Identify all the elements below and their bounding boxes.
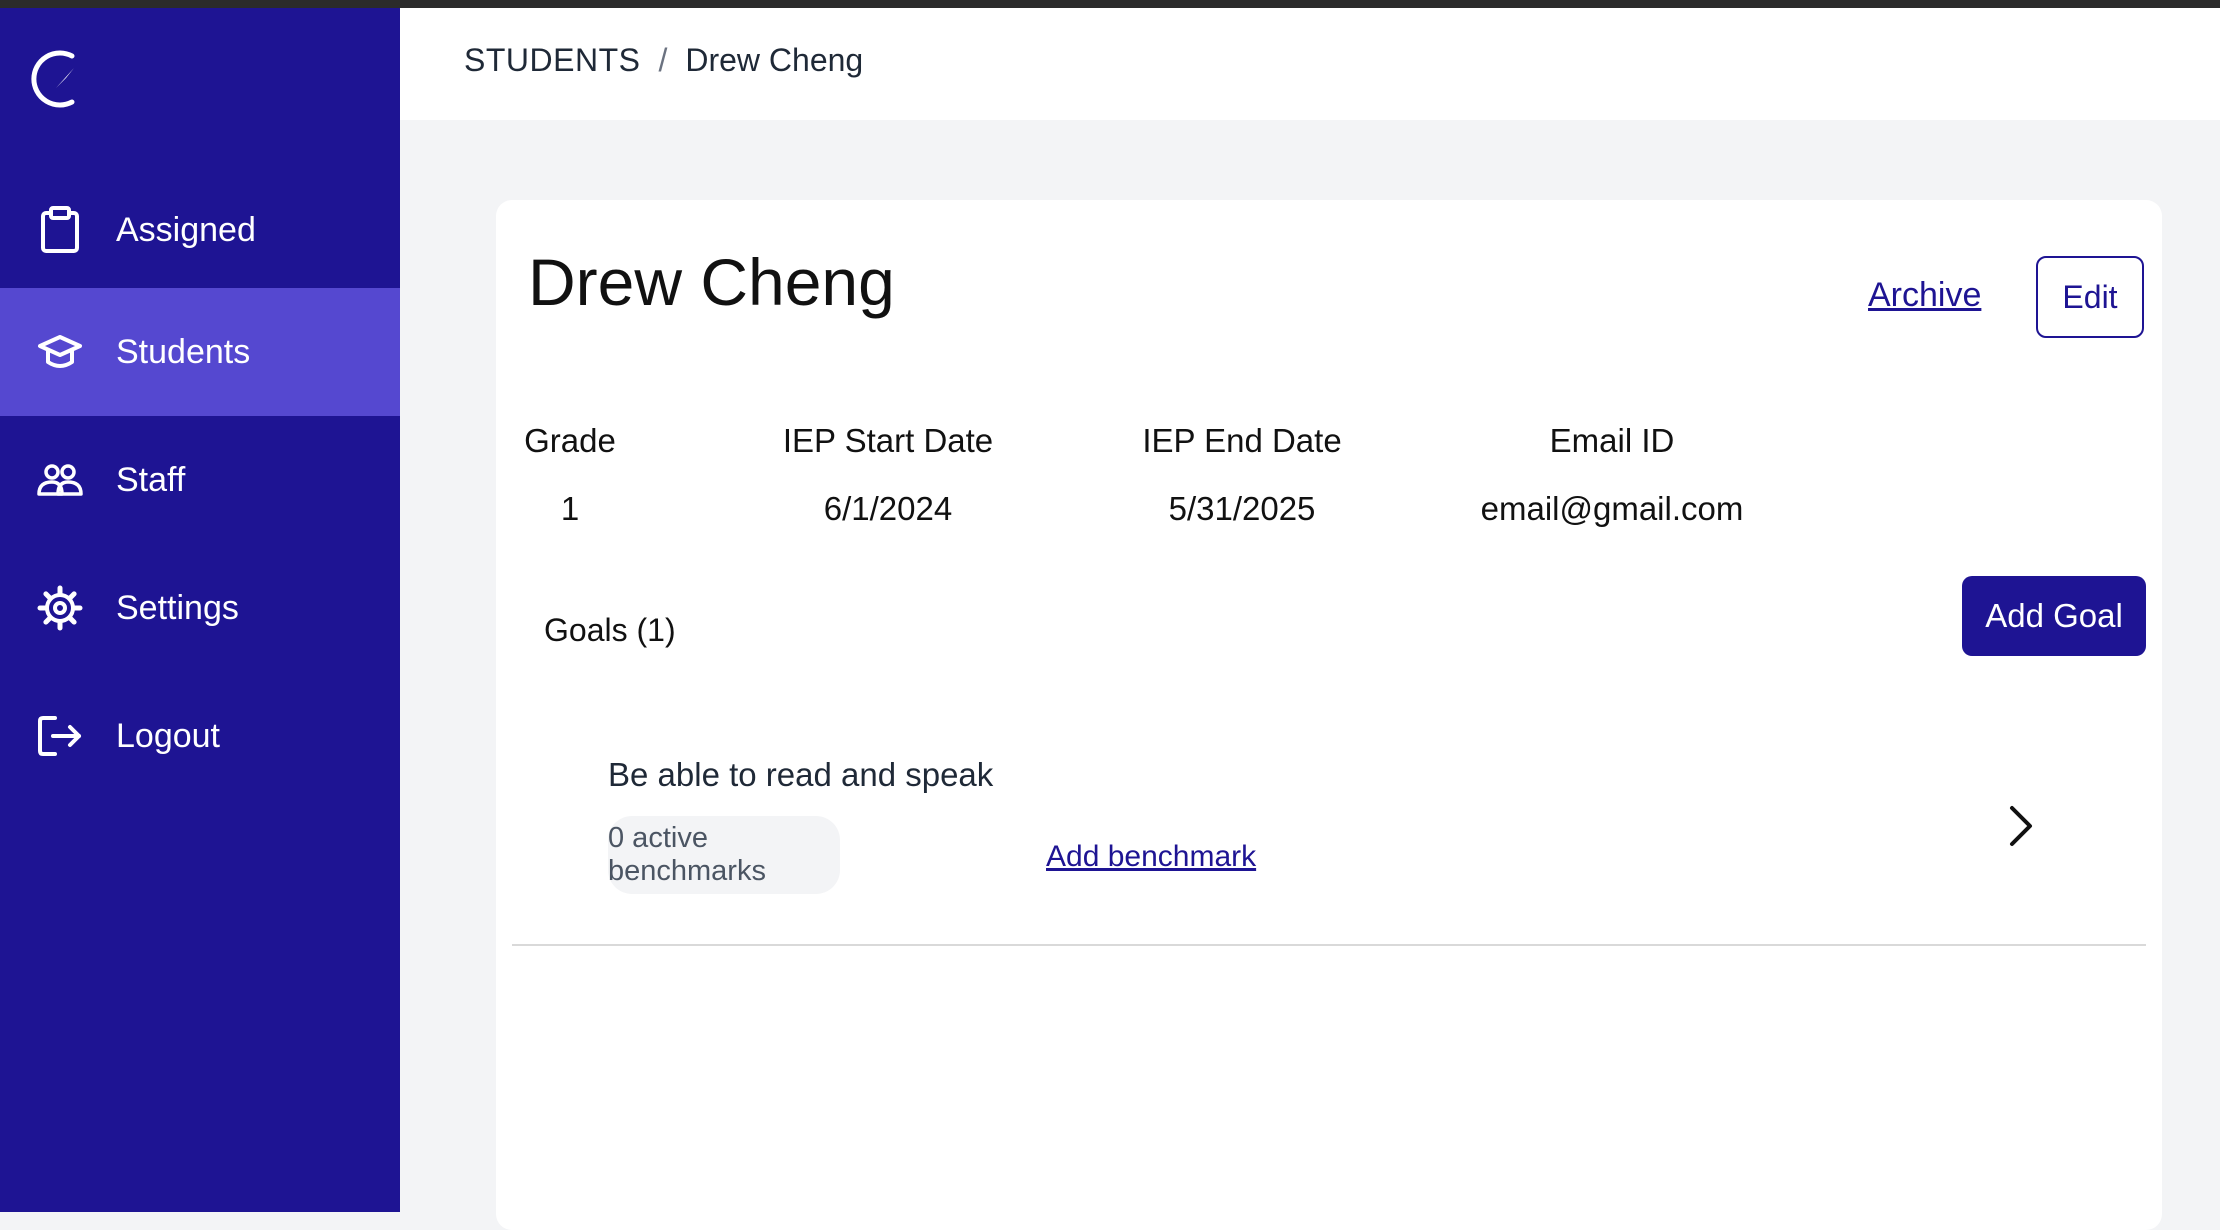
grade-value: 1: [560, 490, 580, 527]
email-value: email@gmail.com: [1480, 490, 1744, 527]
iep-end-date-label: IEP End Date: [1142, 422, 1342, 459]
sidebar-item-assigned[interactable]: Assigned: [0, 166, 400, 294]
sidebar-item-label: Logout: [116, 716, 220, 755]
compass-logo-icon[interactable]: [28, 38, 88, 118]
sidebar: Assigned Students Staff Settings Logout: [0, 8, 400, 1212]
edit-button[interactable]: Edit: [2036, 256, 2144, 338]
student-card: Drew Cheng Archive Edit Grade 1 IEP Star…: [496, 200, 2162, 1230]
email-label: Email ID: [1549, 422, 1675, 459]
iep-start-date-value: 6/1/2024: [823, 490, 953, 527]
breadcrumb-current: Drew Cheng: [685, 42, 864, 78]
add-benchmark-link[interactable]: Add benchmark: [1046, 840, 1256, 874]
breadcrumb: STUDENTS / Drew Cheng: [464, 42, 863, 79]
grade-label: Grade: [524, 422, 616, 459]
iep-end-date-value: 5/31/2025: [1168, 490, 1316, 527]
sidebar-item-label: Staff: [116, 460, 186, 499]
goals-heading: Goals (1): [544, 612, 676, 648]
goal-title: Be able to read and speak: [608, 756, 994, 793]
clipboard-icon: [34, 204, 86, 256]
chevron-right-icon[interactable]: [2004, 802, 2036, 850]
iep-start-date-label: IEP Start Date: [782, 422, 994, 459]
sidebar-item-label: Settings: [116, 588, 239, 627]
page-header: STUDENTS / Drew Cheng: [400, 8, 2220, 120]
archive-link[interactable]: Archive: [1868, 276, 1981, 315]
goal-divider: [512, 944, 2146, 946]
benchmark-count-badge: 0 active benchmarks: [608, 816, 840, 894]
sidebar-item-settings[interactable]: Settings: [0, 544, 400, 672]
window-top-border: [0, 0, 2220, 8]
sidebar-item-label: Students: [116, 332, 251, 371]
logout-icon: [34, 710, 86, 762]
breadcrumb-students-link[interactable]: STUDENTS: [464, 42, 640, 79]
page-title: Drew Cheng: [528, 245, 895, 319]
add-goal-button[interactable]: Add Goal: [1962, 576, 2146, 656]
sidebar-item-staff[interactable]: Staff: [0, 416, 400, 544]
users-icon: [34, 454, 86, 506]
sidebar-item-students[interactable]: Students: [0, 288, 400, 416]
breadcrumb-separator: /: [658, 42, 668, 78]
graduation-cap-icon: [34, 326, 86, 378]
sidebar-item-logout[interactable]: Logout: [0, 672, 400, 800]
gear-icon: [34, 582, 86, 634]
sidebar-item-label: Assigned: [116, 210, 256, 249]
